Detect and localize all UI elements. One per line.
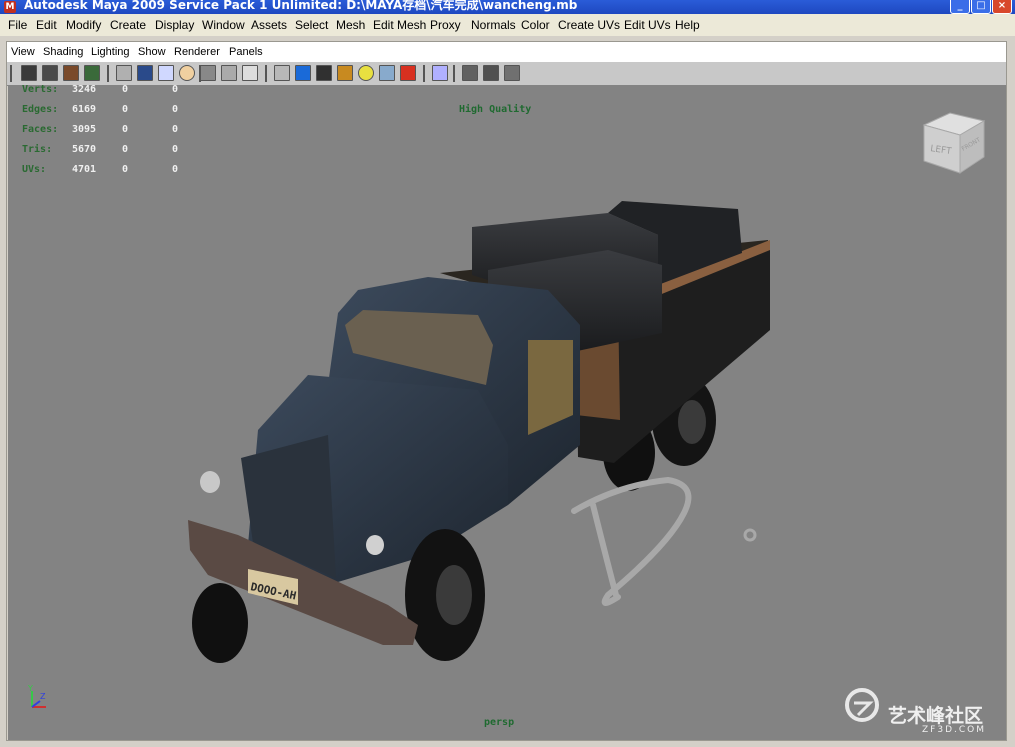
site-watermark: 艺术峰社区 ZF3D.COM	[844, 681, 1006, 740]
maximize-icon[interactable]: □	[971, 0, 991, 14]
shadows-icon[interactable]	[379, 65, 395, 81]
truck-model[interactable]: DOOO-AH	[8, 85, 1006, 740]
menu-create-uvs[interactable]: Create UVs	[558, 18, 620, 32]
panel-menu-lighting[interactable]: Lighting	[91, 46, 130, 58]
y-axis-label: Y	[27, 684, 33, 693]
menu-select[interactable]: Select	[295, 18, 328, 32]
front-wheel-far	[192, 583, 248, 663]
toolbar-separator	[107, 65, 109, 82]
title-bar: M Autodesk Maya 2009 Service Pack 1 Unli…	[0, 0, 1015, 14]
menu-help[interactable]: Help	[675, 18, 700, 32]
sketch-stroke	[571, 476, 692, 606]
toolbar-separator	[423, 65, 425, 82]
panel-menu-shading[interactable]: Shading	[43, 46, 83, 58]
menu-mesh[interactable]: Mesh	[336, 18, 365, 32]
safe-title-icon[interactable]	[242, 65, 258, 81]
resolution-gate-icon[interactable]	[158, 65, 174, 81]
z-axis-label: Z	[40, 692, 46, 701]
menu-edit-uvs[interactable]: Edit UVs	[624, 18, 671, 32]
panel-menu-view[interactable]: View	[11, 46, 35, 58]
panel-menu-show[interactable]: Show	[138, 46, 166, 58]
image-plane-icon[interactable]	[84, 65, 100, 81]
menu-edit-mesh[interactable]: Edit Mesh	[373, 18, 426, 32]
minimize-icon[interactable]: _	[950, 0, 970, 14]
right-headlight	[366, 535, 384, 555]
menu-window[interactable]: Window	[202, 18, 245, 32]
menu-assets[interactable]: Assets	[251, 18, 287, 32]
toolbar-separator	[453, 65, 455, 82]
film-gate-icon[interactable]	[137, 65, 153, 81]
lights-icon[interactable]	[358, 65, 374, 81]
panel-menu-renderer[interactable]: Renderer	[174, 46, 220, 58]
camera-attributes-icon[interactable]	[42, 65, 58, 81]
texture-icon[interactable]	[337, 65, 353, 81]
xray-joints-icon[interactable]	[483, 65, 499, 81]
watermark-domain: ZF3D.COM	[922, 725, 986, 735]
gate-mask-icon[interactable]	[179, 65, 195, 81]
front-hubcap	[436, 565, 472, 625]
axis-indicator: Y Z	[27, 684, 46, 708]
sketch-dot	[743, 528, 757, 542]
close-icon[interactable]: ×	[992, 0, 1012, 14]
menu-modify[interactable]: Modify	[66, 18, 101, 32]
bookmark-icon[interactable]	[63, 65, 79, 81]
xray-icon[interactable]	[400, 65, 416, 81]
rear-hubcap	[678, 400, 706, 444]
sketch-stroke	[590, 502, 619, 598]
panel-menu-bar: View Shading Lighting Show Renderer Pane…	[7, 42, 1006, 62]
menu-proxy[interactable]: Proxy	[430, 18, 461, 32]
panel-menu-panels[interactable]: Panels	[229, 46, 263, 58]
window-title: Autodesk Maya 2009 Service Pack 1 Unlimi…	[24, 0, 578, 12]
smooth-shade-icon[interactable]	[295, 65, 311, 81]
menu-normals[interactable]: Normals	[471, 18, 516, 32]
wireframe-on-shaded-icon[interactable]	[462, 65, 478, 81]
main-menu-bar: File Edit Modify Create Display Window A…	[0, 14, 1015, 36]
menu-edit[interactable]: Edit	[36, 18, 57, 32]
camera-name-label: persp	[484, 717, 515, 728]
safe-action-icon[interactable]	[221, 65, 237, 81]
hud-icon[interactable]	[504, 65, 520, 81]
menu-display[interactable]: Display	[155, 18, 194, 32]
grid-icon[interactable]	[116, 65, 132, 81]
select-camera-icon[interactable]	[21, 65, 37, 81]
maya-app-icon[interactable]: M	[4, 1, 16, 13]
wireframe-icon[interactable]	[274, 65, 290, 81]
flat-shade-icon[interactable]	[316, 65, 332, 81]
left-headlight	[200, 471, 220, 493]
toolbar-separator	[10, 65, 12, 82]
isolate-select-icon[interactable]	[432, 65, 448, 81]
perspective-viewport[interactable]: Verts: 3246 0 0 Edges: 6169 0 0 Faces: 3…	[8, 85, 1006, 740]
field-chart-icon[interactable]	[200, 65, 216, 81]
menu-color[interactable]: Color	[521, 18, 550, 32]
watermark-brand: 艺术峰社区	[888, 705, 984, 727]
toolbar-separator	[265, 65, 267, 82]
menu-create[interactable]: Create	[110, 18, 146, 32]
panel-toolbar	[7, 62, 1006, 86]
watermark-logo-icon	[845, 688, 879, 722]
menu-file[interactable]: File	[8, 18, 27, 32]
